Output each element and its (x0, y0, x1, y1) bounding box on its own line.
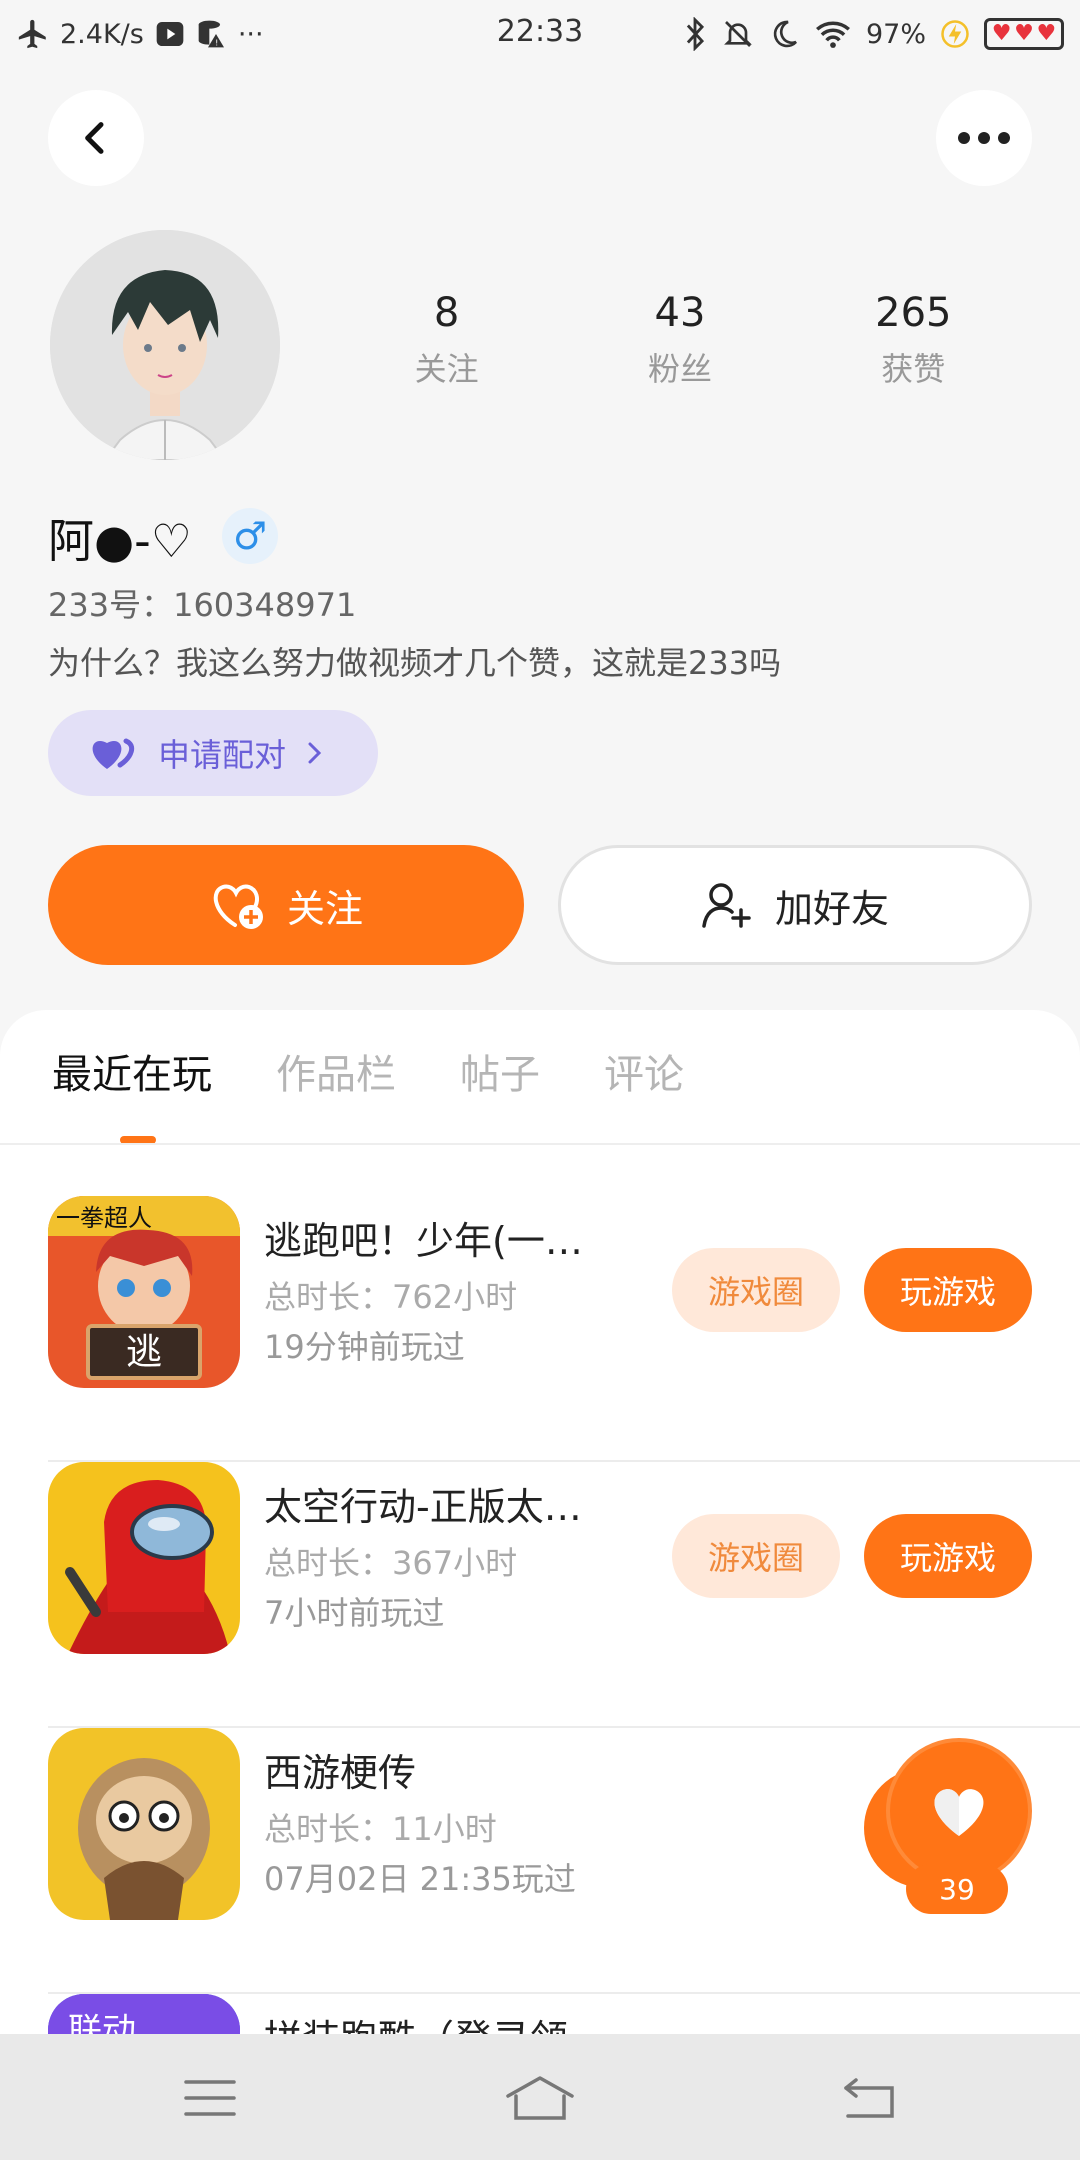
charging-icon (940, 14, 970, 54)
gender-male-icon: ♂ (222, 508, 278, 564)
fans-count: 43 (654, 290, 706, 336)
bio: 为什么？我这么努力做视频才几个赞，这就是233吗 (48, 644, 782, 682)
game-icon (48, 1728, 240, 1920)
tab-posts[interactable]: 帖子 (460, 1040, 540, 1140)
nav-menu-button[interactable] (160, 2066, 260, 2130)
game-row[interactable]: 太空行动-正版太… 总时长：367小时 7小时前玩过 游戏圈 玩游戏 (0, 1462, 1080, 1728)
moon-icon (768, 14, 800, 54)
status-right: 97% ♥ ♥ ♥ (682, 14, 1064, 54)
game-title: 太空行动-正版太… (264, 1485, 582, 1529)
add-friend-label: 加好友 (774, 886, 889, 931)
game-last-played: 07月02日 21:35玩过 (264, 1860, 576, 1898)
game-title: 逃跑吧！少年(一… (264, 1219, 583, 1263)
chevron-left-icon (85, 122, 104, 154)
game-row[interactable]: 一拳超人 逃 逃跑吧！少年(一… 总时长：762小时 19分钟前玩过 游戏圈 玩… (0, 1196, 1080, 1462)
nickname: 阿●-♡ (48, 514, 192, 568)
home-icon (506, 2076, 574, 2120)
nav-back-button[interactable] (820, 2066, 920, 2130)
add-friend-button[interactable]: 加好友 (558, 845, 1032, 965)
tab-divider (0, 1143, 1080, 1145)
pair-request-label: 申请配对 (158, 736, 287, 774)
game-icon: 一拳超人 逃 (48, 1196, 240, 1388)
tab-recently-played[interactable]: 最近在玩 (52, 1040, 212, 1140)
tab-works[interactable]: 作品栏 (276, 1040, 396, 1140)
fans-stat[interactable]: 43 粉丝 (580, 290, 780, 390)
status-bar: 2.4K/s ! ··· 22:33 97% ♥ ♥ ♥ (0, 0, 1080, 70)
battery-icon: ♥ ♥ ♥ (984, 18, 1064, 50)
following-stat[interactable]: 8 关注 (347, 290, 547, 390)
following-label: 关注 (414, 350, 479, 388)
game-last-played: 7小时前玩过 (264, 1594, 445, 1632)
game-icon-banner: 一拳超人 (56, 1204, 152, 1232)
like-fab[interactable]: 39 (864, 1738, 1046, 1920)
game-icon (48, 1462, 240, 1654)
nav-home-button[interactable] (490, 2066, 590, 2130)
likes-label: 获赞 (881, 350, 946, 388)
bluetooth-icon (682, 14, 708, 54)
follow-button[interactable]: 关注 (48, 845, 524, 965)
back-button[interactable] (48, 90, 144, 186)
fans-label: 粉丝 (647, 350, 712, 388)
mute-bell-icon (722, 14, 754, 54)
avatar[interactable] (50, 230, 280, 460)
wifi-icon (814, 14, 852, 54)
game-icon-text: 逃 (126, 1332, 162, 1373)
play-game-button[interactable]: 玩游戏 (864, 1514, 1032, 1598)
following-count: 8 (433, 290, 460, 336)
chevron-right-icon (308, 742, 322, 764)
play-game-button[interactable]: 玩游戏 (864, 1248, 1032, 1332)
like-fab-circle[interactable] (886, 1738, 1032, 1884)
game-title: 西游梗传 (264, 1751, 417, 1795)
profile-tabs: 最近在玩 作品栏 帖子 评论 (0, 1040, 1080, 1140)
game-duration: 总时长：367小时 (264, 1544, 518, 1582)
battery-percent: 97% (865, 18, 926, 50)
double-heart-icon (92, 738, 135, 769)
more-dots-icon (958, 132, 1010, 144)
back-arrow-icon (844, 2078, 894, 2118)
tab-comments[interactable]: 评论 (604, 1040, 684, 1140)
likes-stat[interactable]: 265 获赞 (813, 290, 1013, 390)
game-circle-button[interactable]: 游戏圈 (672, 1514, 840, 1598)
menu-icon (184, 2080, 236, 2116)
game-circle-button[interactable]: 游戏圈 (672, 1248, 840, 1332)
more-options-button[interactable] (936, 90, 1032, 186)
game-last-played: 19分钟前玩过 (264, 1328, 465, 1366)
system-nav-bar (0, 2034, 1080, 2160)
heart-icon (934, 1789, 984, 1836)
game-duration: 总时长：762小时 (264, 1278, 518, 1316)
game-duration: 总时长：11小时 (264, 1810, 497, 1848)
pair-request-button[interactable]: 申请配对 (48, 710, 378, 796)
profile-stats: 8 关注 43 粉丝 265 获赞 (330, 290, 1030, 390)
like-count: 39 (906, 1864, 1008, 1914)
likes-count: 265 (875, 290, 952, 336)
heart-plus-icon (213, 884, 263, 929)
user-id: 233号：160348971 (48, 586, 357, 624)
add-user-icon (702, 883, 751, 928)
follow-label: 关注 (286, 886, 363, 931)
